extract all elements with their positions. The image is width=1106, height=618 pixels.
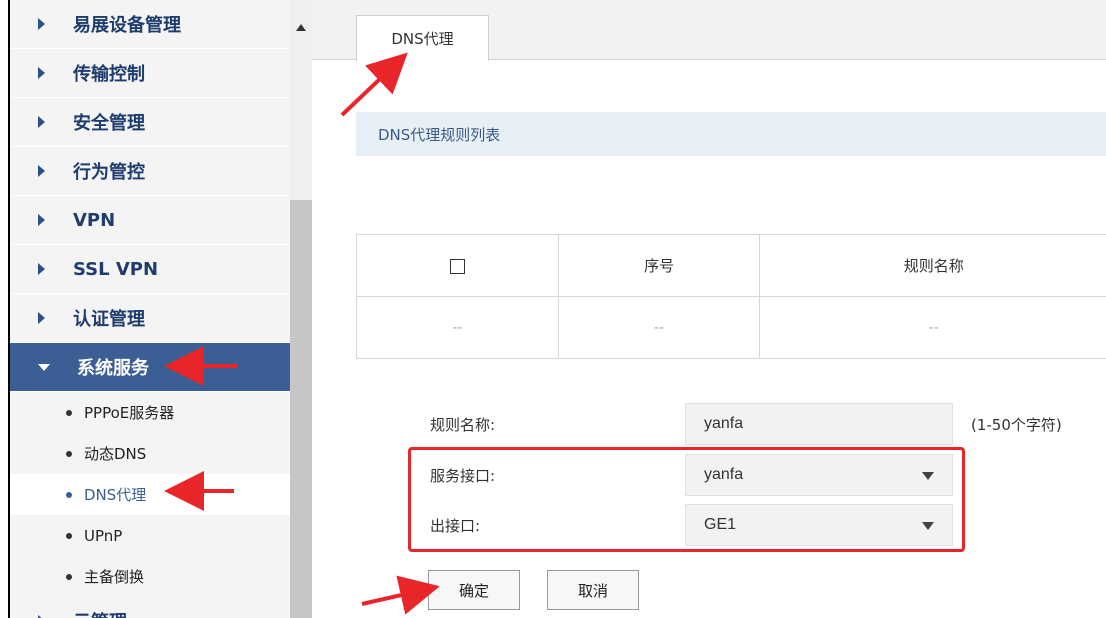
rule-name-input[interactable]: yanfa [685,403,953,445]
chevron-right-icon [38,67,45,79]
sidebar-item-ssl-vpn[interactable]: SSL VPN [10,245,290,294]
chevron-right-icon [38,312,45,324]
sidebar-item-label: 认证管理 [73,309,145,330]
sidebar-item-label: 行为管控 [73,162,145,183]
scrollbar-thumb[interactable] [290,200,312,618]
sidebar-subitem-label: UPnP [84,526,123,545]
sidebar-subitem-label: 动态DNS [84,445,147,463]
sidebar-item-system-services[interactable]: 系统服务 [10,343,290,392]
sidebar-subitem-label: PPPoE服务器 [84,404,175,422]
tab-bar: DNS代理 [312,0,1106,61]
section-title: DNS代理规则列表 [356,112,1106,156]
sidebar-subitem-label: 主备倒换 [84,568,145,586]
rule-name-label: 规则名称: [430,415,496,434]
tab-dns-proxy[interactable]: DNS代理 [356,15,489,61]
sidebar-subitem-label: DNS代理 [84,486,147,504]
sidebar-item-behavior[interactable]: 行为管控 [10,147,290,196]
app-frame: 易展设备管理 传输控制 安全管理 行为管控 VPN SSL VPN 认证管理 系… [8,0,1106,618]
chevron-right-icon [38,18,45,30]
sidebar-subitem-dns-proxy[interactable]: DNS代理 [10,474,290,515]
ok-button[interactable]: 确定 [428,570,520,610]
select-all-cell [356,234,559,297]
table-cell: -- [356,296,559,359]
bullet-icon [66,491,72,498]
service-interface-label: 服务接口: [430,466,496,485]
sidebar-item-label: 云管理 [73,608,127,618]
rule-name-hint: (1-50个字符) [971,415,1062,434]
sidebar-item-label: 安全管理 [73,113,145,134]
rules-table: 序号 规则名称 -- -- -- [356,234,1106,359]
sidebar-item-label: 系统服务 [77,358,149,379]
sidebar-menu: 易展设备管理 传输控制 安全管理 行为管控 VPN SSL VPN 认证管理 系… [10,0,290,618]
select-all-checkbox[interactable] [449,258,465,274]
bullet-icon [66,573,72,580]
sidebar-subitem-pppoe[interactable]: PPPoE服务器 [10,392,290,433]
service-interface-value: yanfa [704,466,744,483]
sidebar-subitem-upnp[interactable]: UPnP [10,515,290,556]
sidebar-item-label: 易展设备管理 [73,15,181,36]
sidebar-item-vpn[interactable]: VPN [10,196,290,245]
service-interface-row: 服务接口: yanfa [430,454,953,496]
sidebar-item-label: SSL VPN [73,258,159,280]
chevron-right-icon [38,214,45,226]
sidebar-subitem-failover[interactable]: 主备倒换 [10,556,290,597]
sidebar-item-transport[interactable]: 传输控制 [10,49,290,98]
bullet-icon [66,450,72,457]
sidebar-item-cloud[interactable]: 云管理 [10,597,290,618]
sidebar-item-label: VPN [73,209,116,231]
sidebar-item-device-mgmt[interactable]: 易展设备管理 [10,0,290,49]
out-interface-value: GE1 [704,516,737,533]
sidebar-item-security[interactable]: 安全管理 [10,98,290,147]
out-interface-label: 出接口: [430,516,481,535]
column-header-index: 序号 [557,234,761,297]
chevron-right-icon [38,263,45,275]
service-interface-select[interactable]: yanfa [685,454,953,496]
sidebar: 易展设备管理 传输控制 安全管理 行为管控 VPN SSL VPN 认证管理 系… [10,0,312,618]
table-header-row: 序号 规则名称 [356,234,1106,297]
sidebar-item-label: 传输控制 [73,64,145,85]
table-row: -- -- -- [356,296,1106,359]
table-cell: -- [557,296,761,359]
table-cell: -- [759,296,1106,359]
out-interface-select[interactable]: GE1 [685,504,953,546]
rule-name-row: 规则名称: yanfa (1-50个字符) [430,403,1062,445]
column-header-rule-name: 规则名称 [759,234,1106,297]
rule-name-value: yanfa [704,415,744,432]
chevron-down-icon [38,363,50,371]
sidebar-subitem-ddns[interactable]: 动态DNS [10,433,290,474]
chevron-right-icon [38,165,45,177]
dropdown-arrow-icon [922,522,934,530]
cancel-button[interactable]: 取消 [547,570,639,610]
bullet-icon [66,409,72,416]
main-content: DNS代理 DNS代理规则列表 序号 规则名称 -- -- -- 规则名称: y… [312,0,1106,618]
dropdown-arrow-icon [922,472,934,480]
scroll-up-icon[interactable] [296,24,306,31]
chevron-right-icon [38,116,45,128]
bullet-icon [66,532,72,539]
out-interface-row: 出接口: GE1 [430,504,953,546]
sidebar-item-auth[interactable]: 认证管理 [10,294,290,343]
